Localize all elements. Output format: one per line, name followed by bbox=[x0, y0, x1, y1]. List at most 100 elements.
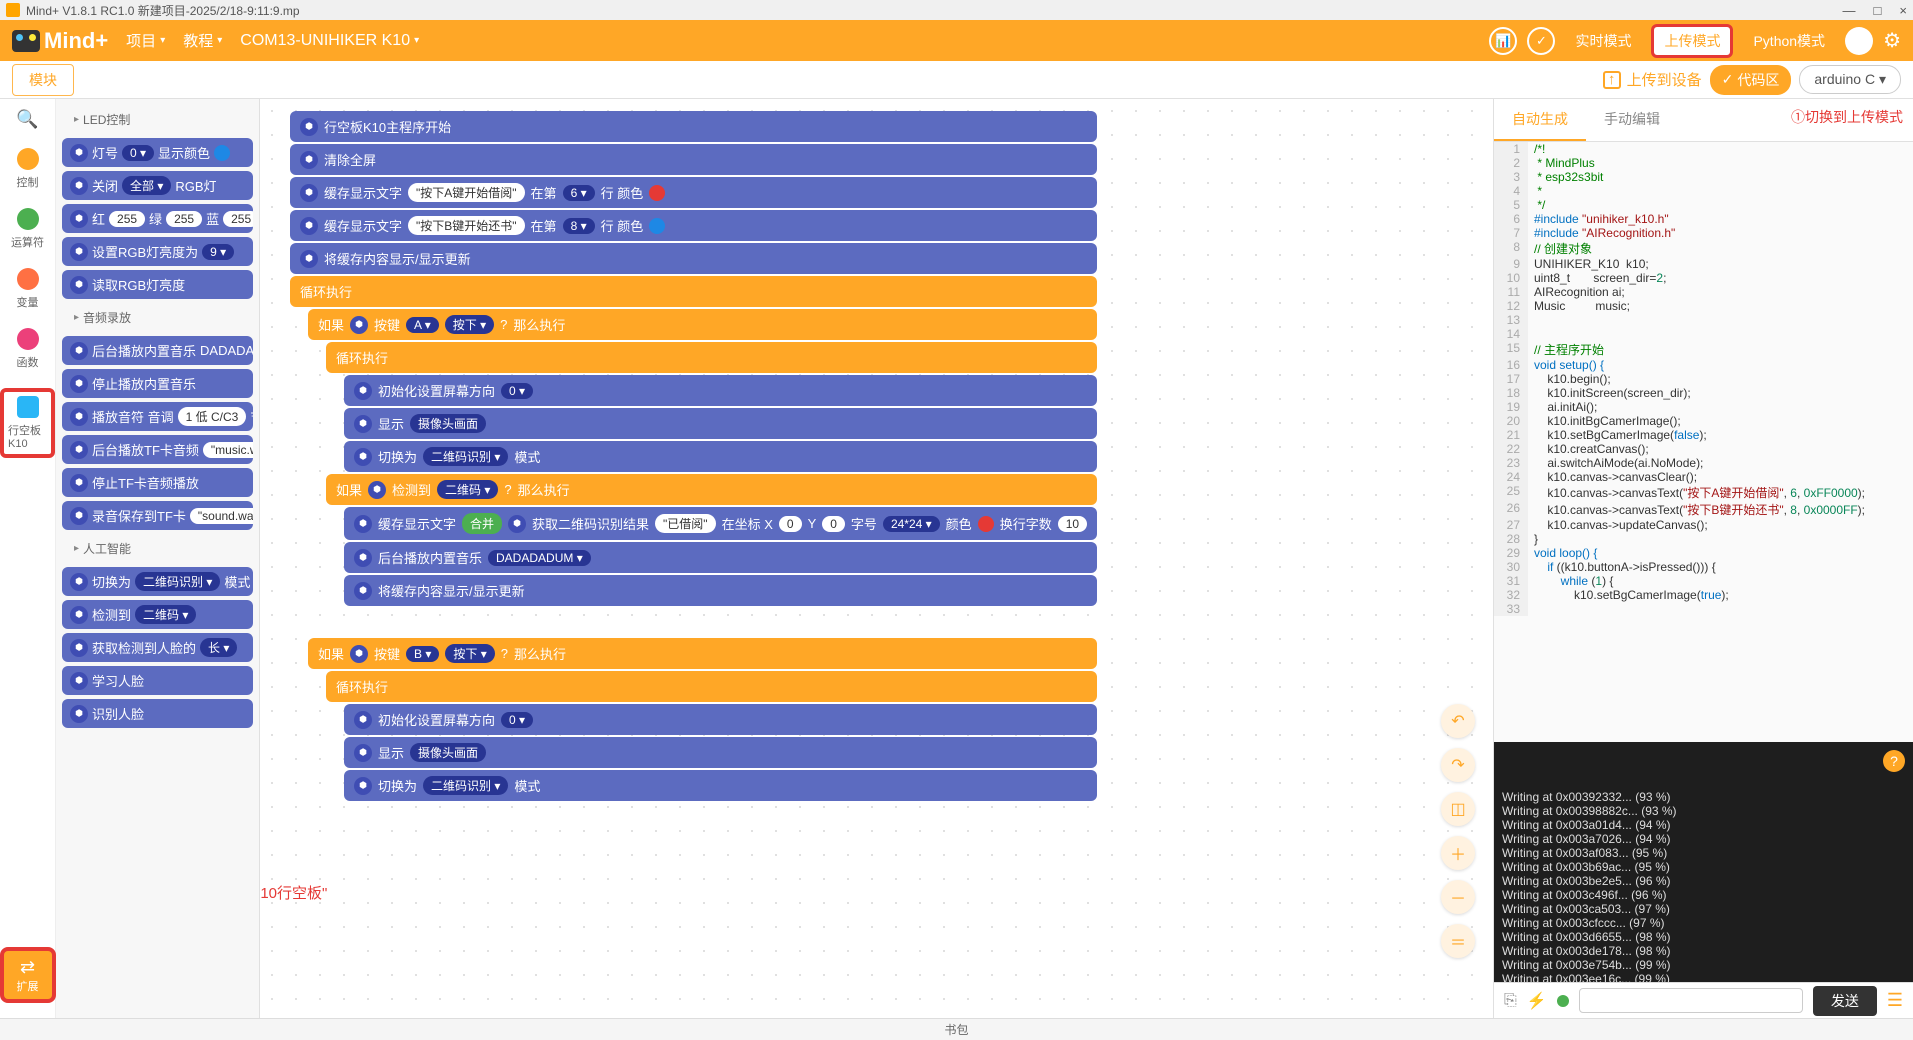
console-input[interactable] bbox=[1579, 988, 1803, 1013]
backpack-label[interactable]: 书包 bbox=[944, 1021, 968, 1038]
block-play-music[interactable]: ⬢后台播放内置音乐DADADADUM ▾ bbox=[344, 542, 1097, 573]
annotation-2: ②选择扩展"K10行空板" bbox=[260, 882, 470, 903]
window-controls: — □ × bbox=[1843, 3, 1907, 18]
palette-block[interactable]: ⬢录音保存到TF卡"sound.wa… bbox=[62, 501, 253, 530]
block-switch-qr-a[interactable]: ⬢切换为二维码识别 ▾模式 bbox=[344, 441, 1097, 472]
annotation-1: ①切换到上传模式 bbox=[1791, 107, 1903, 127]
block-loop-inner-b[interactable]: 循环执行 bbox=[326, 671, 1097, 702]
code-pane: 自动生成 手动编辑 ①切换到上传模式 1/*!2 * MindPlus3 * e… bbox=[1493, 99, 1913, 1018]
block-loop-inner-a[interactable]: 循环执行 bbox=[326, 342, 1097, 373]
redo-button[interactable]: ↷ bbox=[1441, 748, 1475, 782]
check-icon[interactable]: ✓ bbox=[1527, 27, 1555, 55]
palette-block[interactable]: ⬢后台播放TF卡音频"music.w… bbox=[62, 435, 253, 464]
palette-block[interactable]: ⬢关闭全部 ▾RGB灯 bbox=[62, 171, 253, 200]
palette-block[interactable]: ⬢学习人脸 bbox=[62, 666, 253, 695]
palette-block[interactable]: ⬢灯号0 ▾显示颜色 bbox=[62, 138, 253, 167]
block-clear-screen[interactable]: ⬢清除全屏 bbox=[290, 144, 1097, 175]
block-update-display-2[interactable]: ⬢将缓存内容显示/显示更新 bbox=[344, 575, 1097, 606]
undo-button[interactable]: ↶ bbox=[1441, 704, 1475, 738]
palette-block[interactable]: ⬢读取RGB灯亮度 bbox=[62, 270, 253, 299]
palette-block[interactable]: ⬢播放音符 音调1 低 C/C3节… bbox=[62, 402, 253, 431]
top-toolbar: Mind+ 项目 教程 COM13-UNIHIKER K10 📊 ✓ 实时模式 … bbox=[0, 20, 1913, 61]
maximize-button[interactable]: □ bbox=[1874, 3, 1882, 18]
upload-label: 上传到设备 bbox=[1627, 69, 1702, 90]
close-button[interactable]: × bbox=[1899, 3, 1907, 18]
module-button[interactable]: 模块 bbox=[12, 64, 74, 96]
block-if-a[interactable]: 如果⬢按键A ▾按下 ▾?那么执行 bbox=[308, 309, 1097, 340]
plug-icon[interactable]: ⚡ bbox=[1527, 991, 1547, 1011]
app-logo: Mind+ bbox=[12, 28, 108, 54]
rail-functions[interactable]: 函数 bbox=[17, 328, 39, 370]
rail-operators[interactable]: 运算符 bbox=[11, 208, 44, 250]
palette-block[interactable]: ⬢红255绿255蓝255 bbox=[62, 204, 253, 233]
palette-block[interactable]: ⬢停止播放内置音乐 bbox=[62, 369, 253, 398]
script-canvas[interactable]: ②选择扩展"K10行空板" ⬢行空板K10主程序开始 ⬢清除全屏 ⬢缓存显示文字… bbox=[260, 99, 1493, 1018]
crop-button[interactable]: ◫ bbox=[1441, 792, 1475, 826]
mode-upload[interactable]: 上传模式 bbox=[1651, 24, 1733, 58]
zoom-out-button[interactable]: － bbox=[1441, 880, 1475, 914]
upload-to-device-button[interactable]: ↑ 上传到设备 bbox=[1603, 69, 1702, 90]
sub-toolbar: 模块 ↑ 上传到设备 ✓代码区 arduino C ▾ bbox=[0, 61, 1913, 99]
code-editor[interactable]: 1/*!2 * MindPlus3 * esp32s3bit4 *5 */6#i… bbox=[1494, 142, 1913, 742]
palette-block[interactable]: ⬢设置RGB灯亮度为9 ▾ bbox=[62, 237, 253, 266]
block-cache-join[interactable]: ⬢缓存显示文字合并⬢获取二维码识别结果"已借阅"在坐标 X0Y0字号24*24 … bbox=[344, 507, 1097, 540]
rail-variables[interactable]: 变量 bbox=[17, 268, 39, 310]
language-select[interactable]: arduino C ▾ bbox=[1799, 65, 1901, 94]
cat-led[interactable]: LED控制 bbox=[60, 105, 255, 134]
upload-icon: ↑ bbox=[1603, 71, 1621, 89]
logo-icon bbox=[12, 30, 40, 52]
block-cache-text-b[interactable]: ⬢缓存显示文字"按下B键开始还书"在第8 ▾行 颜色 bbox=[290, 210, 1097, 241]
mode-python[interactable]: Python模式 bbox=[1743, 27, 1835, 55]
cat-audio[interactable]: 音频录放 bbox=[60, 303, 255, 332]
bottom-bar: 书包 bbox=[0, 1018, 1913, 1040]
console-menu-icon[interactable]: ☰ bbox=[1887, 990, 1903, 1011]
palette-block[interactable]: ⬢后台播放内置音乐DADADA… bbox=[62, 336, 253, 365]
status-indicator bbox=[1557, 995, 1569, 1007]
tab-manual-edit[interactable]: 手动编辑 bbox=[1586, 99, 1678, 141]
usb-icon[interactable]: ⎘ bbox=[1504, 992, 1517, 1010]
block-palette: LED控制 ⬢灯号0 ▾显示颜色 ⬢关闭全部 ▾RGB灯 ⬢红255绿255蓝255… bbox=[56, 99, 260, 1018]
block-show-camera-b[interactable]: ⬢显示摄像头画面 bbox=[344, 737, 1097, 768]
send-button[interactable]: 发送 bbox=[1813, 986, 1877, 1016]
block-if-qr[interactable]: 如果⬢检测到二维码 ▾?那么执行 bbox=[326, 474, 1097, 505]
palette-block[interactable]: ⬢停止TF卡音频播放 bbox=[62, 468, 253, 497]
block-cache-text-a[interactable]: ⬢缓存显示文字"按下A键开始借阅"在第6 ▾行 颜色 bbox=[290, 177, 1097, 208]
palette-block[interactable]: ⬢检测到二维码 ▾ bbox=[62, 600, 253, 629]
tab-auto-generate[interactable]: 自动生成 bbox=[1494, 99, 1586, 141]
help-icon[interactable]: ? bbox=[1883, 750, 1905, 772]
block-init-screen-a[interactable]: ⬢初始化设置屏幕方向0 ▾ bbox=[344, 375, 1097, 406]
block-switch-qr-b[interactable]: ⬢切换为二维码识别 ▾模式 bbox=[344, 770, 1097, 801]
zoom-in-button[interactable]: ＋ bbox=[1441, 836, 1475, 870]
console-input-bar: ⎘ ⚡ 发送 ☰ bbox=[1494, 982, 1913, 1018]
chart-icon[interactable]: 📊 bbox=[1489, 27, 1517, 55]
code-tabs: 自动生成 手动编辑 ①切换到上传模式 bbox=[1494, 99, 1913, 142]
mode-realtime[interactable]: 实时模式 bbox=[1565, 27, 1641, 55]
minimize-button[interactable]: — bbox=[1843, 3, 1856, 18]
palette-block[interactable]: ⬢切换为二维码识别 ▾模式 bbox=[62, 567, 253, 596]
extension-button[interactable]: ⇄扩展 bbox=[0, 947, 56, 1003]
device-selector[interactable]: COM13-UNIHIKER K10 bbox=[240, 32, 419, 50]
gear-icon[interactable]: ⚙ bbox=[1883, 28, 1901, 53]
cat-ai[interactable]: 人工智能 bbox=[60, 534, 255, 563]
left-rail: 🔍 控制 运算符 变量 函数 行空板K10 ⇄扩展 bbox=[0, 99, 56, 1018]
code-area-button[interactable]: ✓代码区 bbox=[1710, 65, 1792, 95]
menu-project[interactable]: 项目 bbox=[126, 30, 165, 51]
rail-control[interactable]: 控制 bbox=[17, 148, 39, 190]
palette-block[interactable]: ⬢获取检测到人脸的长 ▾ bbox=[62, 633, 253, 662]
zoom-reset-button[interactable]: ＝ bbox=[1441, 924, 1475, 958]
block-if-b[interactable]: 如果⬢按键B ▾按下 ▾?那么执行 bbox=[308, 638, 1097, 669]
rail-k10[interactable]: 行空板K10 bbox=[0, 388, 55, 458]
app-icon bbox=[6, 3, 20, 17]
block-init-screen-b[interactable]: ⬢初始化设置屏幕方向0 ▾ bbox=[344, 704, 1097, 735]
block-loop[interactable]: 循环执行 bbox=[290, 276, 1097, 307]
window-title: Mind+ V1.8.1 RC1.0 新建项目-2025/2/18-9:11:9… bbox=[26, 2, 300, 19]
block-show-camera-a[interactable]: ⬢显示摄像头画面 bbox=[344, 408, 1097, 439]
output-console[interactable]: ? Writing at 0x00392332... (93 %)Writing… bbox=[1494, 742, 1913, 982]
avatar[interactable] bbox=[1845, 27, 1873, 55]
block-main-start[interactable]: ⬢行空板K10主程序开始 bbox=[290, 111, 1097, 142]
block-update-display[interactable]: ⬢将缓存内容显示/显示更新 bbox=[290, 243, 1097, 274]
menu-tutorial[interactable]: 教程 bbox=[183, 30, 222, 51]
script-stack[interactable]: ⬢行空板K10主程序开始 ⬢清除全屏 ⬢缓存显示文字"按下A键开始借阅"在第6 … bbox=[290, 111, 1097, 803]
palette-block[interactable]: ⬢识别人脸 bbox=[62, 699, 253, 728]
rail-search[interactable]: 🔍 bbox=[16, 109, 38, 130]
